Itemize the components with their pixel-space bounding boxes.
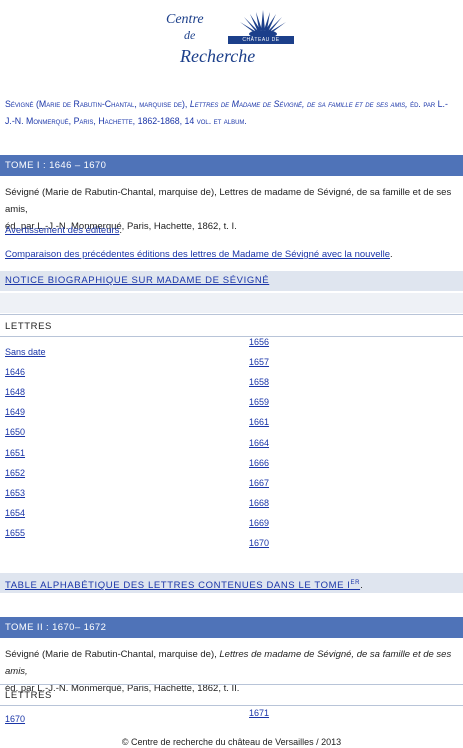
notice-row: NOTICE BIOGRAPHIQUE SUR MADAME DE SÉVIGN… [5, 272, 457, 289]
year-link-1650[interactable]: 1650 [5, 427, 25, 437]
year-link-1668[interactable]: 1668 [249, 498, 269, 508]
year-link-1670[interactable]: 1670 [249, 538, 269, 548]
year-link-1653[interactable]: 1653 [5, 488, 25, 498]
year-link-1656[interactable]: 1656 [249, 337, 269, 347]
year-link-1670[interactable]: 1670 [5, 714, 25, 724]
year-link-1671[interactable]: 1671 [249, 708, 269, 718]
notice-link[interactable]: NOTICE BIOGRAPHIQUE SUR MADAME DE SÉVIGN… [5, 275, 269, 286]
bibliographic-reference: Sévigné (Marie de Rabutin-Chantal, marqu… [5, 96, 457, 130]
logo-line-2: de [184, 28, 196, 42]
year-link-1661[interactable]: 1661 [249, 417, 269, 427]
year-link-1659[interactable]: 1659 [249, 397, 269, 407]
reference-title: Lettres de Madame de Sévigné, de sa fami… [189, 99, 408, 109]
divider [0, 705, 463, 706]
tome1-header: TOME I : 1646 – 1670 [0, 155, 463, 176]
year-link-1648[interactable]: 1648 [5, 387, 25, 397]
comparaison-row: Comparaison des précédentes éditions des… [5, 246, 457, 263]
avertissement-link[interactable]: Avertissement des éditeurs [5, 225, 119, 236]
tome1-desc-line1: Sévigné (Marie de Rabutin-Chantal, marqu… [5, 187, 452, 215]
logo-band: CHÂTEAU DE VERSAILLES [228, 36, 294, 51]
year-link-1652[interactable]: 1652 [5, 468, 25, 478]
tome1-lettres-label: LETTRES [5, 321, 52, 332]
year-link-1654[interactable]: 1654 [5, 508, 25, 518]
comparaison-suffix: . [389, 249, 393, 260]
year-link-1666[interactable]: 1666 [249, 458, 269, 468]
year-link-1664[interactable]: 1664 [249, 438, 269, 448]
year-link-1658[interactable]: 1658 [249, 377, 269, 387]
tome2-lettres-label: LETTRES [5, 690, 52, 701]
logo-line-1: Centre [166, 12, 204, 27]
year-link-1655[interactable]: 1655 [5, 528, 25, 538]
avertissement-suffix: . [119, 225, 123, 236]
avertissement-row: Avertissement des éditeurs. [5, 222, 457, 239]
year-link-sans-date[interactable]: Sans date [5, 347, 46, 357]
divider [0, 684, 463, 685]
table-sup: ER [350, 580, 361, 586]
tome2-desc-line1: Sévigné (Marie de Rabutin-Chantal, marqu… [5, 649, 452, 677]
reference-author: Sévigné (Marie de Rabutin-Chantal, marqu… [5, 99, 188, 109]
logo: Centre de CHÂTEAU DE VERSAILLES Recherch… [166, 6, 298, 72]
divider [0, 336, 463, 337]
table-alphabetique-link[interactable]: TABLE ALPHABÉTIQUE DES LETTRES CONTENUES… [5, 580, 360, 591]
footer-copyright: © Centre de recherche du château de Vers… [121, 737, 342, 747]
table-row: TABLE ALPHABÉTIQUE DES LETTRES CONTENUES… [5, 575, 457, 594]
year-link-1649[interactable]: 1649 [5, 407, 25, 417]
year-link-1646[interactable]: 1646 [5, 367, 25, 377]
logo-line-3: Recherche [180, 46, 256, 66]
spacer-band [0, 293, 463, 313]
table-suffix: . [360, 580, 364, 592]
tome2-header: TOME II : 1670– 1672 [0, 617, 463, 638]
year-link-1651[interactable]: 1651 [5, 448, 25, 458]
year-link-1669[interactable]: 1669 [249, 518, 269, 528]
divider [0, 314, 463, 315]
year-link-1657[interactable]: 1657 [249, 357, 269, 367]
year-link-1667[interactable]: 1667 [249, 478, 269, 488]
comparaison-link[interactable]: Comparaison des précédentes éditions des… [5, 249, 390, 260]
